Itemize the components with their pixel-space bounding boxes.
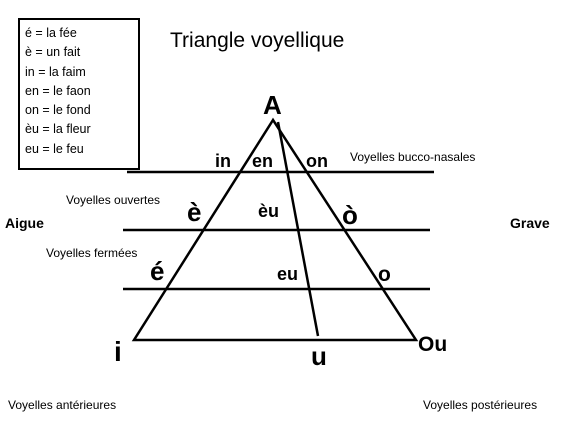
diagram-title: Triangle voyellique: [170, 29, 345, 52]
legend-line: é = la fée: [25, 26, 77, 40]
vertex-middle-label: u: [311, 341, 327, 371]
legend-line: èu = la fleur: [25, 122, 91, 137]
open-left-label: è: [187, 197, 202, 227]
legend-line: on = le fond: [25, 103, 91, 118]
bucco-nasal-caption: Voyelles bucco-nasales: [350, 150, 476, 164]
legend-line: eu = le feu: [25, 141, 84, 156]
grave-label: Grave: [510, 215, 550, 231]
vertex-right-label: Ou: [418, 333, 448, 356]
nasal-left-label: in: [215, 151, 231, 171]
legend-line: en = le faon: [25, 83, 91, 98]
closed-mid-label: eu: [277, 264, 299, 284]
posterior-vowels-caption: Voyelles postérieures: [423, 398, 538, 412]
open-vowels-caption: Voyelles ouvertes: [66, 193, 161, 207]
anterior-vowels-caption: Voyelles antérieures: [8, 398, 117, 412]
closed-right-label: o: [378, 263, 391, 286]
closed-left-label: é: [150, 256, 165, 286]
nasal-mid-label: en: [252, 151, 274, 171]
legend-line: è = un fait: [25, 45, 81, 60]
legend-line: in = la faim: [25, 64, 86, 79]
vertex-top-label: A: [263, 90, 282, 120]
open-mid-label: èu: [258, 201, 280, 221]
vertex-left-label: i: [114, 336, 122, 367]
open-right-label: ò: [342, 200, 358, 230]
nasal-right-label: on: [306, 151, 328, 171]
vowel-triangle-diagram: é = la fée è = un fait in = la faim en =…: [0, 0, 567, 425]
aigue-label: Aigue: [5, 215, 44, 231]
closed-vowels-caption: Voyelles fermées: [46, 246, 138, 260]
legend-box: é = la fée è = un fait in = la faim en =…: [18, 18, 140, 170]
